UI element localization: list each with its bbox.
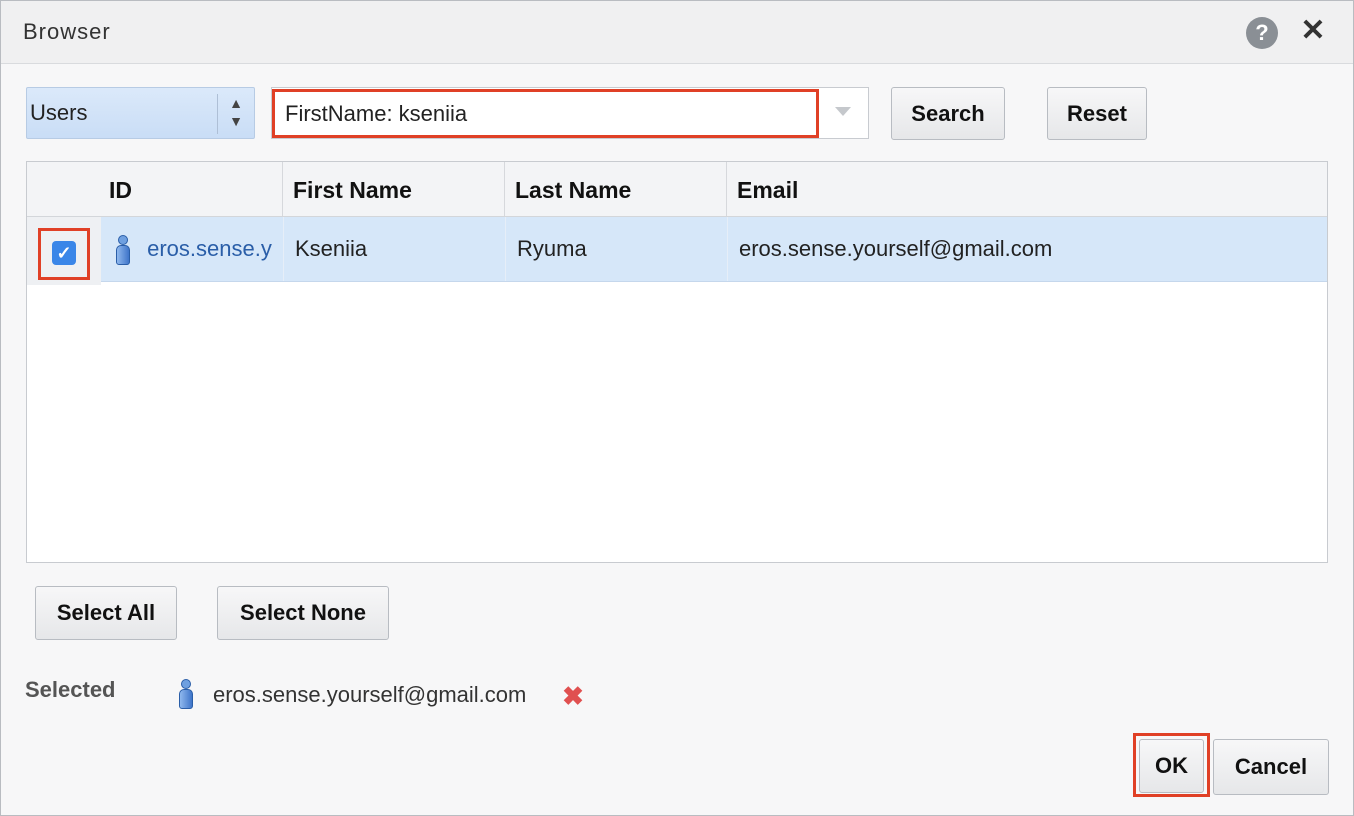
search-button[interactable]: Search [891,87,1005,140]
ok-button[interactable]: OK [1139,739,1204,793]
cell-separator [505,217,506,281]
row-select-cell: ✓ [27,217,101,285]
column-header-email[interactable]: Email [737,162,798,216]
search-type-value: Users [30,100,88,125]
help-icon[interactable]: ? [1246,17,1278,49]
user-icon [115,235,131,266]
first-name-cell: Kseniia [295,236,368,261]
id-cell: eros.sense.y [115,217,283,281]
up-down-arrows-icon: ▲ ▼ [217,94,254,134]
results-table: ID First Name Last Name Email ✓ eros.sen… [26,161,1328,563]
table-row[interactable]: eros.sense.y Kseniia Ryuma eros.sense.yo… [101,217,1327,282]
column-separator [504,162,505,216]
column-header-id[interactable]: ID [109,162,132,216]
reset-button[interactable]: Reset [1047,87,1147,140]
selected-user-value: eros.sense.yourself@gmail.com [213,682,527,707]
combo-dropdown-icon[interactable] [835,107,851,116]
column-header-last-name[interactable]: Last Name [515,162,631,216]
select-all-button[interactable]: Select All [35,586,177,640]
user-id-link[interactable]: eros.sense.y [147,236,272,261]
close-icon[interactable]: ✕ [1297,15,1329,47]
remove-selection-icon[interactable]: ✖ [561,683,585,709]
last-name-cell: Ryuma [517,236,587,261]
browser-dialog: Browser ? ✕ Users ▲▼ Search Reset ID Fir… [0,0,1354,816]
table-header: ID First Name Last Name Email [27,162,1327,217]
dialog-title: Browser [23,19,111,44]
cell-separator [283,217,284,281]
column-header-first-name[interactable]: First Name [293,162,412,216]
column-separator [282,162,283,216]
email-cell: eros.sense.yourself@gmail.com [739,236,1053,261]
search-type-select[interactable]: Users ▲ ▼ [26,87,255,139]
selected-label: Selected [25,677,116,702]
select-none-button[interactable]: Select None [217,586,389,640]
cancel-button[interactable]: Cancel [1213,739,1329,795]
cell-separator [727,217,728,281]
column-separator [726,162,727,216]
dialog-titlebar: Browser ? ✕ [1,1,1353,64]
selected-user-icon [178,679,194,709]
search-input[interactable] [272,89,819,138]
row-checkbox[interactable]: ✓ [52,241,76,265]
